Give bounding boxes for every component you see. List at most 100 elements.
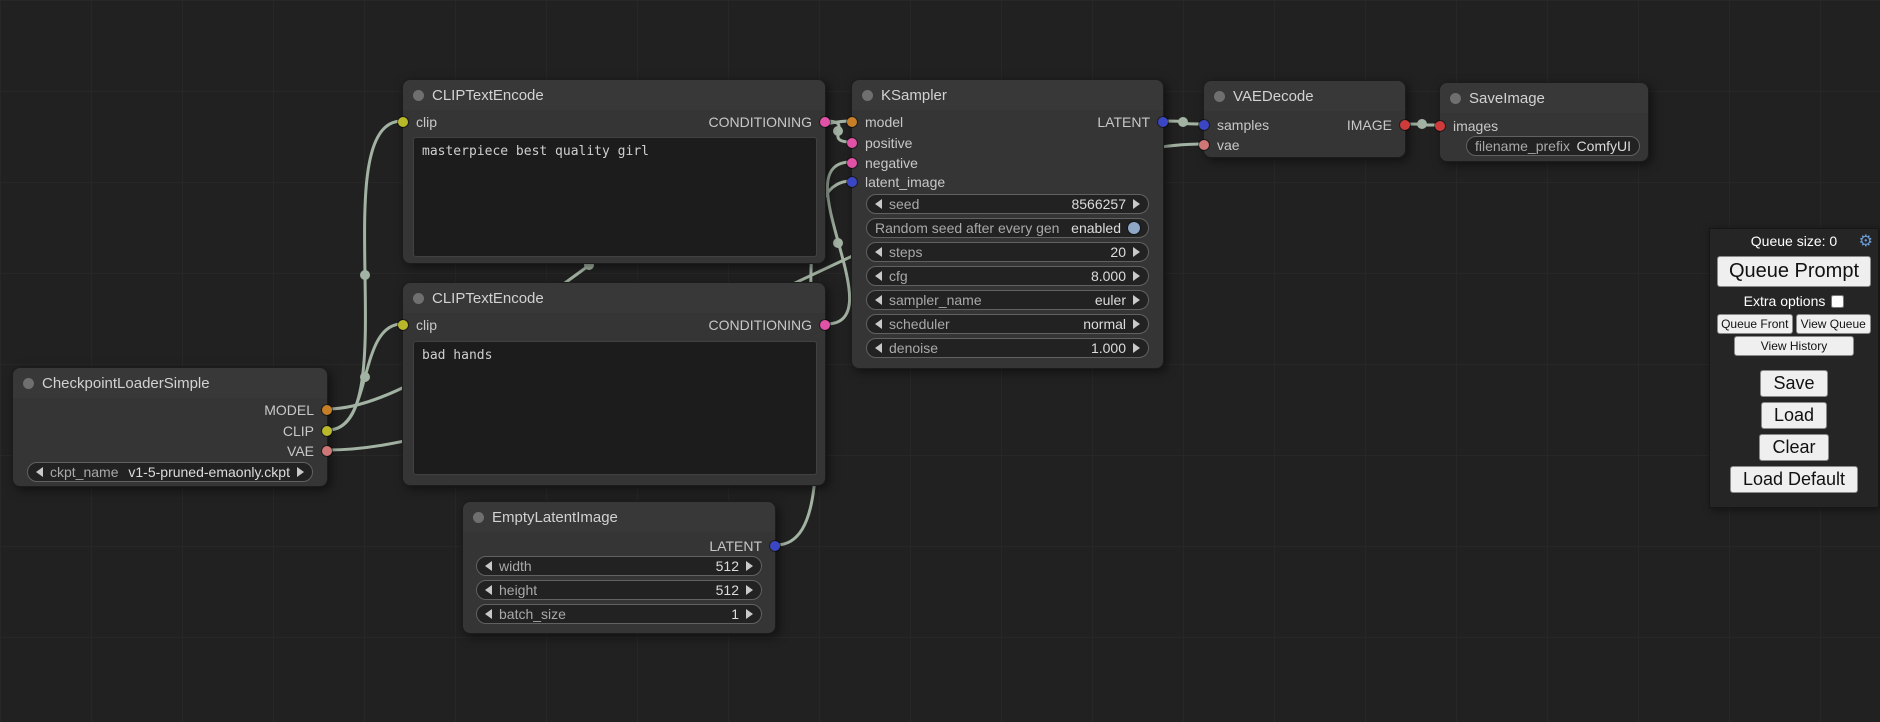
input-slot-vae[interactable]: vae (1204, 136, 1240, 154)
increment-arrow-icon[interactable] (1133, 247, 1140, 257)
node-vae-decode[interactable]: VAEDecode samples vae IMAGE (1203, 80, 1406, 158)
view-queue-button[interactable]: View Queue (1796, 314, 1872, 334)
clip-slot-dot-icon[interactable] (398, 320, 408, 330)
decrement-arrow-icon[interactable] (875, 247, 882, 257)
node-title-bar[interactable]: EmptyLatentImage (463, 502, 775, 532)
increment-arrow-icon[interactable] (1133, 199, 1140, 209)
collapse-dot-icon[interactable] (1214, 91, 1225, 102)
positive-prompt-textarea[interactable]: masterpiece best quality girl (413, 137, 817, 257)
next-option-arrow-icon[interactable] (297, 467, 304, 477)
input-slot-negative[interactable]: negative (852, 154, 918, 172)
save-button[interactable]: Save (1760, 370, 1827, 397)
input-slot-images[interactable]: images (1440, 117, 1498, 135)
node-title-bar[interactable]: SaveImage (1440, 83, 1648, 113)
input-slot-samples[interactable]: samples (1204, 116, 1269, 134)
collapse-dot-icon[interactable] (473, 512, 484, 523)
latent-slot-dot-icon[interactable] (847, 177, 857, 187)
decrement-arrow-icon[interactable] (485, 561, 492, 571)
node-title-bar[interactable]: VAEDecode (1204, 81, 1405, 111)
widget-ckpt-name[interactable]: ckpt_name v1-5-pruned-emaonly.ckpt (27, 462, 313, 482)
widget-filename-prefix[interactable]: filename_prefix ComfyUI (1466, 136, 1640, 156)
widget-sampler-name[interactable]: sampler_name euler (866, 290, 1149, 310)
next-option-arrow-icon[interactable] (1133, 295, 1140, 305)
queue-front-button[interactable]: Queue Front (1717, 314, 1793, 334)
load-button[interactable]: Load (1761, 402, 1827, 429)
node-graph-canvas[interactable]: CheckpointLoaderSimple MODEL CLIP VAE ck… (0, 0, 1880, 722)
widget-cfg[interactable]: cfg 8.000 (866, 266, 1149, 286)
decrement-arrow-icon[interactable] (875, 199, 882, 209)
node-checkpoint-loader[interactable]: CheckpointLoaderSimple MODEL CLIP VAE ck… (12, 367, 328, 487)
input-slot-clip[interactable]: clip (403, 113, 437, 131)
widget-random-seed-toggle[interactable]: Random seed after every gen enabled (866, 218, 1149, 238)
decrement-arrow-icon[interactable] (485, 585, 492, 595)
output-slot-latent[interactable]: LATENT (1097, 113, 1163, 131)
output-slot-model[interactable]: MODEL (264, 401, 327, 419)
toggle-on-dot-icon[interactable] (1128, 222, 1140, 234)
widget-width[interactable]: width 512 (476, 556, 762, 576)
vae-slot-dot-icon[interactable] (322, 446, 332, 456)
model-slot-dot-icon[interactable] (847, 117, 857, 127)
collapse-dot-icon[interactable] (413, 293, 424, 304)
output-slot-latent[interactable]: LATENT (709, 537, 775, 555)
input-slot-clip[interactable]: clip (403, 316, 437, 334)
widget-scheduler[interactable]: scheduler normal (866, 314, 1149, 334)
widget-batch-size[interactable]: batch_size 1 (476, 604, 762, 624)
output-slot-clip[interactable]: CLIP (283, 422, 327, 440)
conditioning-slot-dot-icon[interactable] (820, 117, 830, 127)
node-clip-text-encode-positive[interactable]: CLIPTextEncode clip CONDITIONING masterp… (402, 79, 826, 264)
decrement-arrow-icon[interactable] (485, 609, 492, 619)
latent-slot-dot-icon[interactable] (770, 541, 780, 551)
latent-slot-dot-icon[interactable] (1199, 120, 1209, 130)
prev-option-arrow-icon[interactable] (875, 319, 882, 329)
clip-slot-dot-icon[interactable] (398, 117, 408, 127)
decrement-arrow-icon[interactable] (875, 343, 882, 353)
widget-seed[interactable]: seed 8566257 (866, 194, 1149, 214)
clip-slot-dot-icon[interactable] (322, 426, 332, 436)
conditioning-slot-dot-icon[interactable] (847, 158, 857, 168)
vae-slot-dot-icon[interactable] (1199, 140, 1209, 150)
negative-prompt-textarea[interactable]: bad hands (413, 341, 817, 475)
output-slot-image[interactable]: IMAGE (1347, 116, 1405, 134)
node-title-bar[interactable]: CLIPTextEncode (403, 283, 825, 313)
output-slot-vae[interactable]: VAE (287, 442, 327, 460)
node-ksampler[interactable]: KSampler model positive negative latent_… (851, 79, 1164, 369)
widget-height[interactable]: height 512 (476, 580, 762, 600)
node-title-bar[interactable]: CheckpointLoaderSimple (13, 368, 327, 398)
increment-arrow-icon[interactable] (746, 609, 753, 619)
node-title-bar[interactable]: KSampler (852, 80, 1163, 110)
node-clip-text-encode-negative[interactable]: CLIPTextEncode clip CONDITIONING bad han… (402, 282, 826, 486)
conditioning-slot-dot-icon[interactable] (820, 320, 830, 330)
next-option-arrow-icon[interactable] (1133, 319, 1140, 329)
collapse-dot-icon[interactable] (862, 90, 873, 101)
model-slot-dot-icon[interactable] (322, 405, 332, 415)
input-slot-positive[interactable]: positive (852, 134, 912, 152)
decrement-arrow-icon[interactable] (875, 271, 882, 281)
load-default-button[interactable]: Load Default (1730, 466, 1858, 493)
latent-slot-dot-icon[interactable] (1158, 117, 1168, 127)
input-slot-latent-image[interactable]: latent_image (852, 173, 945, 191)
extra-options-checkbox[interactable] (1831, 295, 1844, 308)
prev-option-arrow-icon[interactable] (36, 467, 43, 477)
output-slot-conditioning[interactable]: CONDITIONING (709, 316, 825, 334)
conditioning-slot-dot-icon[interactable] (847, 138, 857, 148)
clear-button[interactable]: Clear (1759, 434, 1828, 461)
increment-arrow-icon[interactable] (746, 561, 753, 571)
collapse-dot-icon[interactable] (23, 378, 34, 389)
collapse-dot-icon[interactable] (413, 90, 424, 101)
increment-arrow-icon[interactable] (746, 585, 753, 595)
settings-gear-icon[interactable]: ⚙ (1859, 233, 1873, 251)
image-slot-dot-icon[interactable] (1400, 120, 1410, 130)
increment-arrow-icon[interactable] (1133, 343, 1140, 353)
increment-arrow-icon[interactable] (1133, 271, 1140, 281)
output-slot-conditioning[interactable]: CONDITIONING (709, 113, 825, 131)
prev-option-arrow-icon[interactable] (875, 295, 882, 305)
input-slot-model[interactable]: model (852, 113, 903, 131)
node-save-image[interactable]: SaveImage images filename_prefix ComfyUI (1439, 82, 1649, 162)
image-slot-dot-icon[interactable] (1435, 121, 1445, 131)
node-empty-latent-image[interactable]: EmptyLatentImage LATENT width 512 height… (462, 501, 776, 634)
view-history-button[interactable]: View History (1734, 336, 1854, 356)
collapse-dot-icon[interactable] (1450, 93, 1461, 104)
queue-prompt-button[interactable]: Queue Prompt (1717, 256, 1871, 287)
widget-denoise[interactable]: denoise 1.000 (866, 338, 1149, 358)
widget-steps[interactable]: steps 20 (866, 242, 1149, 262)
